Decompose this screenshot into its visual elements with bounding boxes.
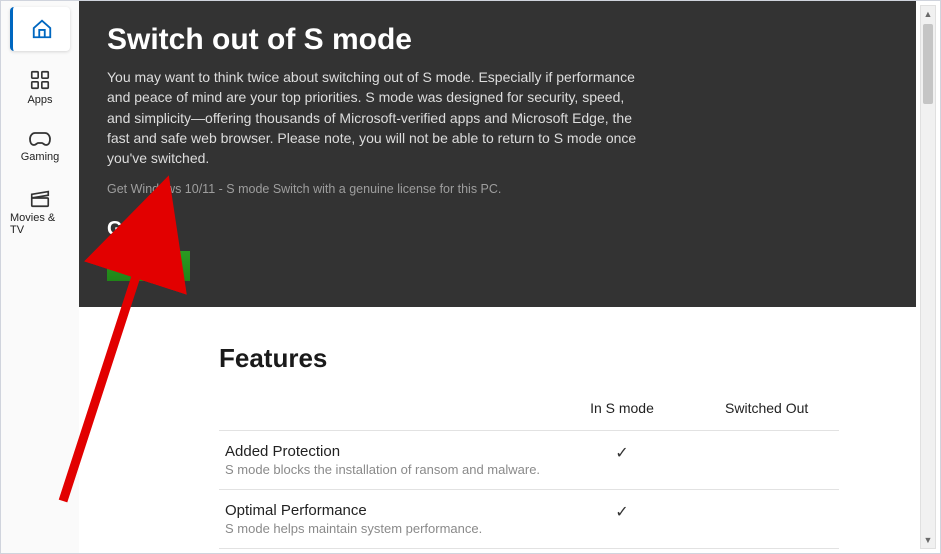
column-header-smode: In S mode bbox=[550, 392, 695, 431]
check-icon: ✓ bbox=[550, 490, 695, 549]
apps-icon bbox=[29, 69, 51, 91]
check-icon: ✓ bbox=[550, 431, 695, 490]
sidebar-item-movies[interactable]: Movies & TV bbox=[10, 187, 70, 236]
table-row: Added Protection S mode blocks the insta… bbox=[219, 431, 839, 490]
sidebar-label-apps: Apps bbox=[27, 94, 52, 106]
table-row: Optimal Performance S mode helps maintai… bbox=[219, 490, 839, 549]
main-content: Switch out of S mode You may want to thi… bbox=[79, 1, 916, 553]
sidebar-item-home[interactable] bbox=[10, 7, 70, 51]
row-switched-cell bbox=[694, 431, 839, 490]
sidebar: Apps Gaming Movies & TV bbox=[1, 1, 79, 553]
column-header-switched: Switched Out bbox=[694, 392, 839, 431]
row-switched-cell bbox=[694, 490, 839, 549]
feature-title: Optimal Performance bbox=[225, 502, 544, 519]
get-button[interactable]: Get bbox=[107, 251, 190, 281]
page-title: Switch out of S mode bbox=[107, 23, 884, 57]
gaming-icon bbox=[28, 130, 52, 148]
hero-subnote: Get Windows 10/11 - S mode Switch with a… bbox=[107, 182, 884, 196]
hero-panel: Switch out of S mode You may want to thi… bbox=[79, 1, 916, 307]
features-table: In S mode Switched Out Added Protection … bbox=[219, 392, 839, 553]
features-heading: Features bbox=[219, 343, 886, 374]
scroll-up-icon[interactable]: ▲ bbox=[921, 6, 935, 22]
app-window: Apps Gaming Movies & TV Switch out of S … bbox=[0, 0, 941, 554]
sidebar-item-apps[interactable]: Apps bbox=[10, 69, 70, 106]
sidebar-label-movies: Movies & TV bbox=[10, 212, 70, 236]
vertical-scrollbar[interactable]: ▲ ▼ bbox=[920, 5, 936, 549]
table-row: Only Verified Applications Allowed Appli… bbox=[219, 549, 839, 553]
feature-title: Added Protection bbox=[225, 443, 544, 460]
scroll-down-icon[interactable]: ▼ bbox=[921, 532, 935, 548]
features-section: Features In S mode Switched Out Added Pr… bbox=[79, 307, 916, 553]
row-switched-cell bbox=[694, 549, 839, 553]
scroll-thumb[interactable] bbox=[923, 24, 933, 104]
feature-subtitle: S mode helps maintain system performance… bbox=[225, 521, 544, 536]
home-icon bbox=[31, 18, 53, 40]
get-heading: Get bbox=[107, 218, 884, 241]
feature-subtitle: S mode blocks the installation of ransom… bbox=[225, 462, 544, 477]
sidebar-label-gaming: Gaming bbox=[21, 151, 60, 163]
movies-icon bbox=[29, 187, 51, 209]
sidebar-item-gaming[interactable]: Gaming bbox=[10, 130, 70, 163]
hero-description: You may want to think twice about switch… bbox=[107, 67, 647, 168]
check-icon: ✓ bbox=[550, 549, 695, 553]
